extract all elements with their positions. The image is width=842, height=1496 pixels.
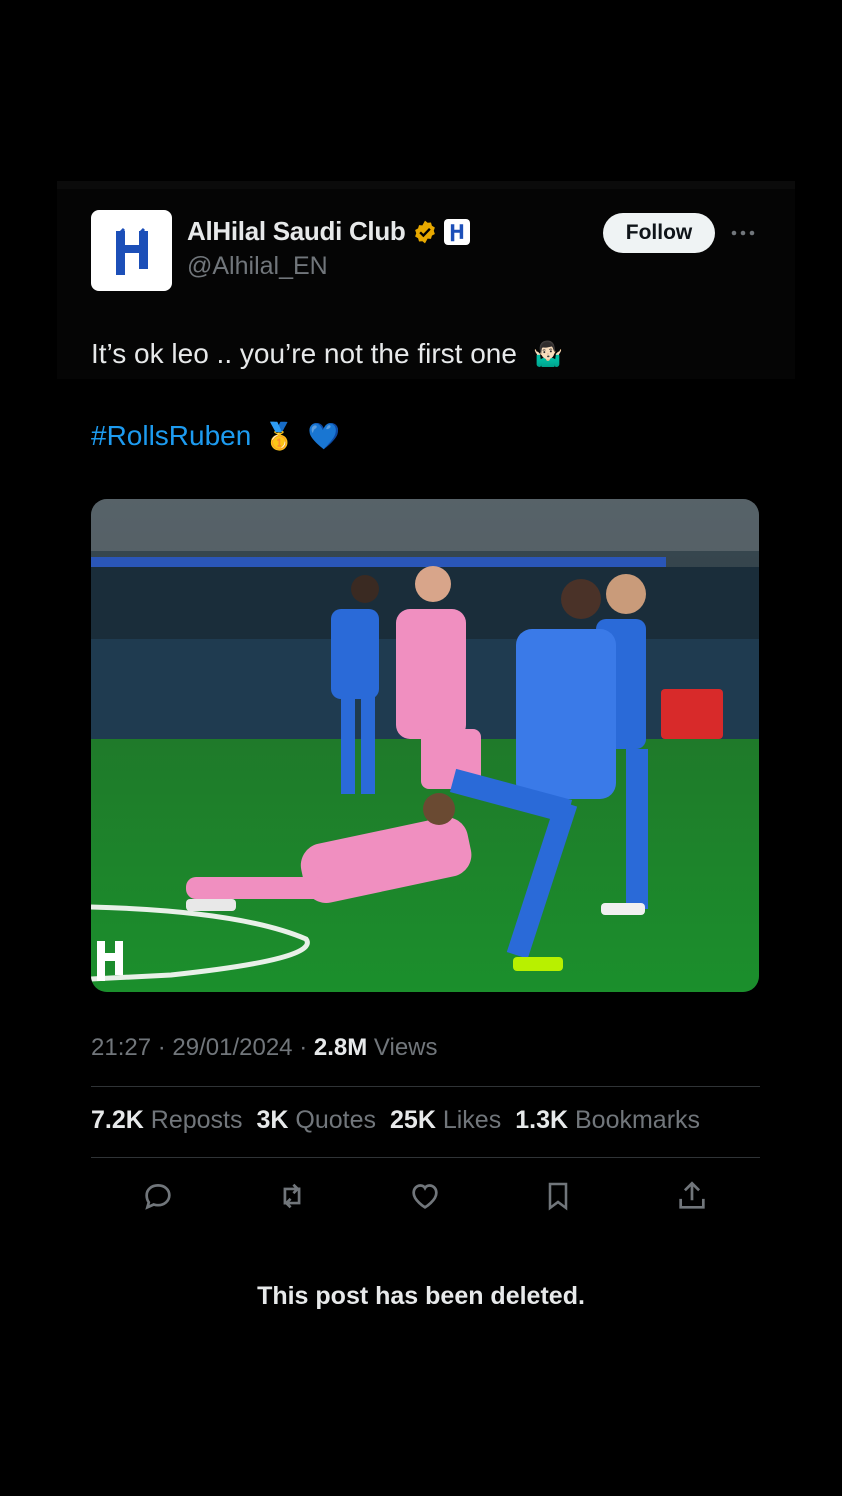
avatar[interactable] <box>91 210 172 291</box>
blue-heart-emoji: 💙 <box>307 420 341 451</box>
views-label: Views <box>373 1034 438 1061</box>
hashtag-link[interactable]: #RollsRuben <box>91 420 251 452</box>
views-count: 2.8M <box>313 1034 368 1061</box>
repost-icon <box>283 1183 301 1209</box>
author-name[interactable]: AlHilal Saudi Club <box>187 216 406 247</box>
post-image[interactable] <box>91 499 759 992</box>
author-handle[interactable]: @Alhilal_EN <box>187 252 328 281</box>
action-bar <box>91 1175 760 1217</box>
post-text: It’s ok leo .. you’re not the first one … <box>91 338 563 370</box>
engagement-stats: 7.2K Reposts 3K Quotes 25K Likes 1.3K Bo… <box>91 1106 700 1135</box>
affiliate-badge-icon <box>443 218 470 245</box>
bookmark-button[interactable] <box>537 1175 579 1217</box>
bookmark-icon <box>548 1182 568 1211</box>
follow-button[interactable]: Follow <box>603 213 715 253</box>
like-button[interactable] <box>404 1175 446 1217</box>
more-options-icon[interactable] <box>727 218 759 248</box>
repost-button[interactable] <box>271 1175 313 1217</box>
post-metadata: 21:27 · 29/01/2024 · 2.8M Views <box>91 1034 438 1061</box>
post-date[interactable]: 29/01/2024 <box>172 1034 292 1061</box>
divider <box>91 1157 760 1158</box>
top-divider <box>57 181 795 189</box>
reply-icon <box>145 1184 171 1210</box>
medal-emoji: 🥇 <box>263 420 296 451</box>
post-time[interactable]: 21:27 <box>91 1034 151 1061</box>
author-row: AlHilal Saudi Club <box>187 216 470 247</box>
football-photo <box>91 499 759 992</box>
jersey-number <box>536 689 547 733</box>
deleted-post-message: This post has been deleted. <box>257 1282 585 1310</box>
post-hashtag-line: #RollsRuben 🥇 💙 <box>91 420 340 452</box>
heart-icon <box>412 1184 438 1209</box>
divider <box>91 1086 760 1087</box>
verified-badge-icon <box>414 220 435 243</box>
reply-button[interactable] <box>137 1175 179 1217</box>
reposts-stat[interactable]: 7.2K Reposts <box>91 1106 242 1135</box>
likes-stat[interactable]: 25K Likes <box>390 1106 501 1135</box>
shrug-emoji: 🤷🏻‍♂️ <box>532 340 563 368</box>
share-button[interactable] <box>671 1175 713 1217</box>
bookmarks-stat[interactable]: 1.3K Bookmarks <box>515 1106 700 1135</box>
share-icon <box>679 1181 705 1209</box>
quotes-stat[interactable]: 3K Quotes <box>256 1106 376 1135</box>
post-text-line: It’s ok leo .. you’re not the first one <box>91 338 517 369</box>
alhilal-logo <box>115 227 148 275</box>
